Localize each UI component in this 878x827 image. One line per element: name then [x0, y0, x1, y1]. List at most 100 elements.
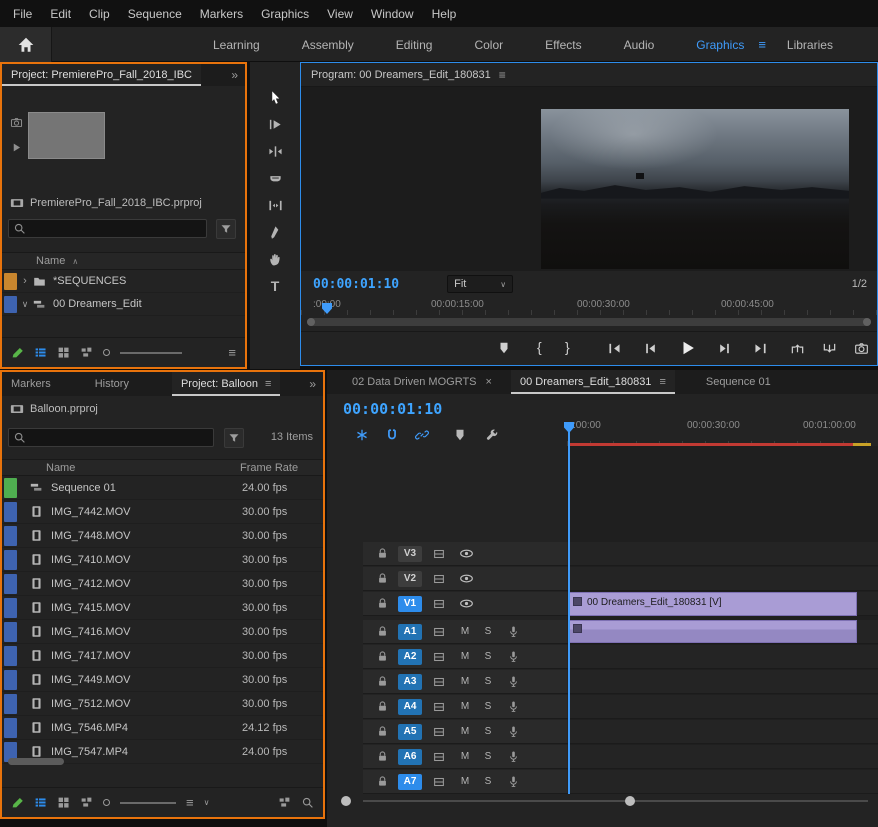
panel-overflow-button[interactable]: »: [224, 64, 245, 86]
poster-play-icon[interactable]: [11, 142, 22, 153]
sync-lock-icon[interactable]: [432, 775, 446, 789]
mark-out-icon[interactable]: }: [565, 339, 570, 355]
solo-button[interactable]: S: [481, 651, 495, 662]
track-select-forward-tool-button[interactable]: [262, 113, 288, 135]
zoom-slider[interactable]: [120, 802, 176, 804]
zoom-handle-right[interactable]: [625, 796, 635, 806]
track-lock-icon[interactable]: [376, 675, 389, 688]
horizontal-scrollbar[interactable]: [8, 758, 64, 765]
zoom-slider[interactable]: [120, 352, 182, 354]
track-badge[interactable]: V3: [398, 546, 422, 562]
track-lock-icon[interactable]: [376, 700, 389, 713]
find-icon[interactable]: [301, 796, 314, 809]
workspace-color[interactable]: Color: [453, 38, 524, 52]
list-item[interactable]: IMG_7417.MOV 30.00 fps: [2, 644, 323, 668]
mute-button[interactable]: M: [458, 776, 472, 787]
mute-button[interactable]: M: [458, 726, 472, 737]
list-item[interactable]: IMG_7442.MOV 30.00 fps: [2, 500, 323, 524]
panel-overflow-button[interactable]: »: [302, 372, 323, 396]
track-badge[interactable]: A3: [398, 674, 422, 690]
list-view-button[interactable]: [34, 346, 47, 359]
step-forward-icon[interactable]: [717, 341, 732, 356]
bin-filter-button[interactable]: [224, 428, 244, 448]
list-item[interactable]: IMG_7448.MOV 30.00 fps: [2, 524, 323, 548]
snap-icon[interactable]: [385, 428, 399, 442]
list-view-button[interactable]: [34, 796, 47, 809]
menu-clip[interactable]: Clip: [80, 7, 119, 21]
sort-options-icon[interactable]: ≡: [228, 345, 236, 360]
voiceover-mic-icon[interactable]: [507, 725, 520, 738]
nest-sequences-icon[interactable]: [355, 428, 369, 442]
solo-button[interactable]: S: [481, 701, 495, 712]
video-clip[interactable]: 00 Dreamers_Edit_180831 [V]: [569, 592, 857, 616]
sync-lock-icon[interactable]: [432, 597, 446, 611]
home-button[interactable]: [0, 27, 52, 62]
voiceover-mic-icon[interactable]: [507, 675, 520, 688]
scrollbar-right-handle[interactable]: [863, 318, 871, 326]
timeline-zoom-scrollbar[interactable]: [363, 800, 868, 802]
voiceover-mic-icon[interactable]: [507, 650, 520, 663]
track-badge[interactable]: A4: [398, 699, 422, 715]
tab-project-ibc[interactable]: Project: PremierePro_Fall_2018_IBC: [2, 64, 201, 86]
tab-sequence-01[interactable]: Sequence 01: [697, 370, 780, 394]
list-item[interactable]: IMG_7449.MOV 30.00 fps: [2, 668, 323, 692]
menu-window[interactable]: Window: [362, 7, 423, 21]
menu-markers[interactable]: Markers: [191, 7, 252, 21]
poster-camera-icon[interactable]: [10, 116, 23, 129]
sync-lock-icon[interactable]: [432, 625, 446, 639]
chevron-down-icon[interactable]: ∨: [204, 798, 210, 807]
timeline-settings-icon[interactable]: [485, 428, 499, 442]
close-icon[interactable]: ×: [486, 376, 492, 388]
workspace-audio[interactable]: Audio: [603, 38, 676, 52]
menu-graphics[interactable]: Graphics: [252, 7, 318, 21]
disclosure-chevron-icon[interactable]: ∨: [17, 299, 33, 310]
type-tool-button[interactable]: T: [262, 275, 288, 297]
mute-button[interactable]: M: [458, 651, 472, 662]
track-lock-icon[interactable]: [376, 725, 389, 738]
track-content[interactable]: [567, 542, 878, 566]
thumbnails-icon[interactable]: [278, 796, 291, 809]
track-content[interactable]: [567, 695, 878, 719]
timeline-ruler[interactable]: :00:00 00:00:30:00 00:01:00:00: [567, 418, 878, 446]
track-content[interactable]: [567, 770, 878, 794]
go-to-in-icon[interactable]: [607, 341, 622, 356]
fit-dropdown[interactable]: Fit ∨: [447, 275, 513, 293]
workspace-graphics-active[interactable]: Graphics: [675, 38, 758, 52]
solo-button[interactable]: S: [481, 726, 495, 737]
solo-button[interactable]: S: [481, 751, 495, 762]
ripple-edit-tool-button[interactable]: [262, 140, 288, 162]
step-back-icon[interactable]: [643, 341, 658, 356]
sync-lock-icon[interactable]: [432, 547, 446, 561]
list-item[interactable]: IMG_7512.MOV 30.00 fps: [2, 692, 323, 716]
sync-lock-icon[interactable]: [432, 750, 446, 764]
mark-in-icon[interactable]: {: [537, 339, 542, 355]
track-lock-icon[interactable]: [376, 547, 389, 560]
project-writable-icon[interactable]: [11, 346, 24, 359]
track-lock-icon[interactable]: [376, 597, 389, 610]
bin-filter-button[interactable]: [216, 219, 236, 239]
workspace-libraries[interactable]: Libraries: [766, 38, 854, 52]
menu-help[interactable]: Help: [423, 7, 466, 21]
mute-button[interactable]: M: [458, 676, 472, 687]
project-writable-icon[interactable]: [11, 796, 24, 809]
name-column-header[interactable]: Name: [46, 462, 75, 474]
linked-selection-icon[interactable]: [415, 428, 429, 442]
workspace-effects[interactable]: Effects: [524, 38, 602, 52]
hand-tool-button[interactable]: [262, 248, 288, 270]
workspace-assembly[interactable]: Assembly: [281, 38, 375, 52]
track-content[interactable]: [567, 720, 878, 744]
workspace-learning[interactable]: Learning: [192, 38, 281, 52]
sync-lock-icon[interactable]: [432, 650, 446, 664]
pen-tool-button[interactable]: [262, 221, 288, 243]
list-item[interactable]: IMG_7412.MOV 30.00 fps: [2, 572, 323, 596]
mute-button[interactable]: M: [458, 701, 472, 712]
project-search-input[interactable]: [8, 219, 207, 238]
solo-button[interactable]: S: [481, 776, 495, 787]
track-badge[interactable]: A6: [398, 749, 422, 765]
solo-button[interactable]: S: [481, 676, 495, 687]
panel-menu-icon[interactable]: ≡: [265, 378, 271, 390]
track-lock-icon[interactable]: [376, 625, 389, 638]
track-lock-icon[interactable]: [376, 572, 389, 585]
track-output-eye-icon[interactable]: [459, 596, 474, 611]
track-lock-icon[interactable]: [376, 650, 389, 663]
